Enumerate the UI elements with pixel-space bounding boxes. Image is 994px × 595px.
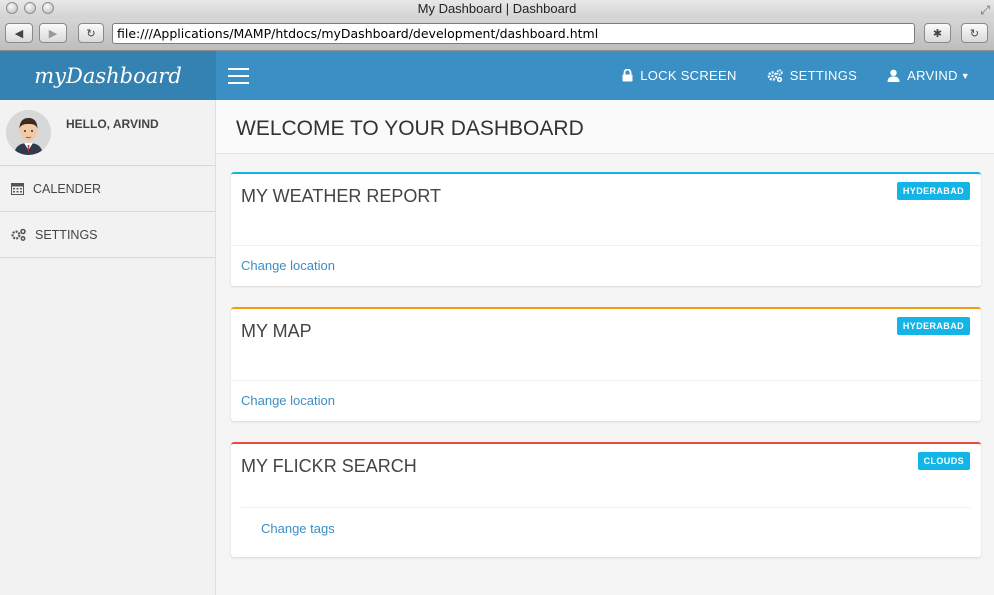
window-controls bbox=[6, 2, 54, 14]
zoom-window-button[interactable] bbox=[42, 2, 54, 14]
panel-footer: Change tags bbox=[241, 507, 971, 557]
panel-title: MY WEATHER REPORT bbox=[241, 186, 442, 206]
panel-title: MY FLICKR SEARCH bbox=[241, 456, 417, 476]
minimize-window-button[interactable] bbox=[24, 2, 36, 14]
window-title: My Dashboard | Dashboard bbox=[417, 1, 577, 16]
sidebar-item-label: CALENDER bbox=[33, 181, 102, 196]
close-window-button[interactable] bbox=[6, 2, 18, 14]
lock-screen-label: LOCK SCREEN bbox=[640, 68, 737, 83]
caret-down-icon: ▼ bbox=[960, 70, 970, 81]
top-nav: LOCK SCREEN SETTINGS ARVIND ▼ bbox=[622, 51, 970, 100]
back-button[interactable]: ◀ bbox=[5, 23, 33, 43]
page-title: WELCOME TO YOUR DASHBOARD bbox=[216, 100, 994, 154]
sidebar-item-label: SETTINGS bbox=[35, 227, 98, 242]
sidebar: HELLO, ARVIND CALENDER SETTINGS bbox=[0, 100, 216, 595]
brand-logo[interactable]: myDashboard bbox=[0, 51, 216, 100]
reload-button[interactable]: ↻ bbox=[78, 23, 104, 43]
gears-icon bbox=[767, 69, 783, 82]
menu-toggle-icon[interactable] bbox=[228, 68, 249, 89]
window-titlebar: My Dashboard | Dashboard ⤢ bbox=[0, 0, 994, 18]
calendar-icon bbox=[11, 183, 24, 195]
browser-toolbar: ◀ ▶ ↻ file:///Applications/MAMP/htdocs/m… bbox=[0, 18, 994, 51]
sidebar-item-calender[interactable]: CALENDER bbox=[0, 166, 215, 212]
change-tags-link[interactable]: Change tags bbox=[261, 521, 335, 536]
main-content: WELCOME TO YOUR DASHBOARD MY WEATHER REP… bbox=[216, 100, 994, 595]
tag-badge: CLOUDS bbox=[917, 452, 970, 470]
map-panel: MY MAP HYDERABAD Change location bbox=[231, 307, 981, 421]
reload-icon: ↻ bbox=[969, 27, 980, 40]
gears-icon bbox=[11, 228, 26, 241]
forward-button[interactable]: ▶ bbox=[39, 23, 67, 43]
reload-page-button[interactable]: ↻ bbox=[961, 23, 988, 43]
change-location-link[interactable]: Change location bbox=[241, 393, 335, 408]
top-navbar: myDashboard LOCK SCREEN SETTINGS ARVIND … bbox=[0, 51, 994, 100]
fullscreen-icon[interactable]: ⤢ bbox=[980, 1, 990, 19]
location-badge: HYDERABAD bbox=[896, 182, 970, 200]
app: myDashboard LOCK SCREEN SETTINGS ARVIND … bbox=[0, 51, 994, 595]
back-arrow-icon: ◀ bbox=[14, 27, 24, 40]
gear-icon: ✱ bbox=[932, 27, 943, 40]
avatar bbox=[6, 110, 51, 155]
flickr-panel: MY FLICKR SEARCH CLOUDS Change tags bbox=[231, 442, 981, 557]
panel-footer: Change location bbox=[231, 380, 981, 421]
sidebar-item-settings[interactable]: SETTINGS bbox=[0, 212, 215, 258]
lock-screen-link[interactable]: LOCK SCREEN bbox=[622, 68, 737, 83]
change-location-link[interactable]: Change location bbox=[241, 258, 335, 273]
user-profile: HELLO, ARVIND bbox=[0, 100, 215, 166]
settings-link[interactable]: SETTINGS bbox=[767, 68, 857, 83]
user-name-label: ARVIND bbox=[907, 68, 958, 83]
panel-footer: Change location bbox=[231, 245, 981, 286]
forward-arrow-icon: ▶ bbox=[48, 27, 58, 40]
greeting: HELLO, ARVIND bbox=[66, 117, 159, 131]
lock-icon bbox=[622, 69, 633, 82]
user-menu[interactable]: ARVIND ▼ bbox=[887, 68, 970, 83]
panel-title: MY MAP bbox=[241, 321, 312, 341]
location-badge: HYDERABAD bbox=[896, 317, 970, 335]
settings-menu-button[interactable]: ✱ bbox=[924, 23, 951, 43]
address-bar[interactable]: file:///Applications/MAMP/htdocs/myDashb… bbox=[112, 23, 915, 44]
reload-icon: ↻ bbox=[86, 27, 96, 40]
weather-panel: MY WEATHER REPORT HYDERABAD Change locat… bbox=[231, 172, 981, 286]
settings-label: SETTINGS bbox=[789, 68, 858, 83]
user-icon bbox=[887, 69, 900, 82]
